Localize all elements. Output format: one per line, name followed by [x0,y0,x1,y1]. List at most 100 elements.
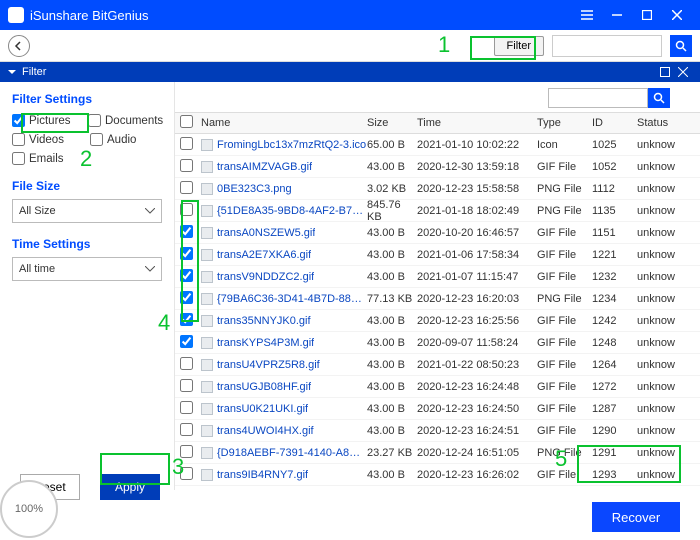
row-checkbox[interactable] [180,379,193,392]
filter-pictures[interactable]: Pictures [12,114,82,127]
row-checkbox[interactable] [180,423,193,436]
table-row[interactable]: {51DE8A35-9BD8-4AF2-B793-231F21804...845… [175,200,700,222]
table-row[interactable]: transA0NSZEW5.gif43.00 B2020-10-20 16:46… [175,222,700,244]
col-id[interactable]: ID [592,117,637,129]
row-checkbox[interactable] [180,269,193,282]
table-row[interactable]: transU4VPRZ5R8.gif43.00 B2021-01-22 08:5… [175,354,700,376]
row-checkbox[interactable] [180,159,193,172]
panel-close-icon[interactable] [678,67,692,77]
table-row[interactable]: trans35NNYJK0.gif43.00 B2020-12-23 16:25… [175,310,700,332]
table-row[interactable]: {79BA6C36-3D41-4B7D-884A-242A39B2...77.1… [175,288,700,310]
file-id: 1293 [592,469,637,481]
file-name: transAIMZVAGB.gif [217,161,312,173]
row-checkbox[interactable] [180,225,193,238]
minimize-button[interactable] [602,0,632,30]
row-checkbox[interactable] [180,181,193,194]
row-checkbox[interactable] [180,291,193,304]
table-row[interactable]: 0BE323C3.png3.02 KB2020-12-23 15:58:58PN… [175,178,700,200]
file-time: 2021-01-06 17:58:34 [417,249,537,261]
filesize-select[interactable]: All Size [12,199,162,223]
file-icon [201,227,213,239]
chevron-down-icon [145,208,155,214]
menu-button[interactable] [572,0,602,30]
pictures-checkbox[interactable] [12,114,25,127]
search-input-top[interactable] [552,35,662,57]
filter-sidebar: Filter Settings Pictures Documents Video… [0,82,175,490]
file-time: 2021-01-07 11:15:47 [417,271,537,283]
col-size[interactable]: Size [367,117,417,129]
dropdown-icon[interactable] [8,68,16,76]
file-icon [201,293,213,305]
search-input-panel[interactable] [548,88,648,108]
file-id: 1291 [592,447,637,459]
file-status: unknow [637,205,687,217]
filter-panel-title: Filter [22,66,46,78]
filter-emails[interactable]: Emails [12,152,86,165]
col-type[interactable]: Type [537,117,592,129]
back-button[interactable] [8,35,30,57]
col-time[interactable]: Time [417,117,537,129]
panel-maximize-icon[interactable] [660,67,674,77]
select-all-checkbox[interactable] [180,115,193,128]
search-button-panel[interactable] [648,88,670,108]
file-type: GIF File [537,315,592,327]
file-type: GIF File [537,425,592,437]
time-select[interactable]: All time [12,257,162,281]
filter-documents[interactable]: Documents [88,114,162,127]
table-row[interactable]: transA2E7XKA6.gif43.00 B2021-01-06 17:58… [175,244,700,266]
row-checkbox[interactable] [180,313,193,326]
file-id: 1248 [592,337,637,349]
file-id: 1242 [592,315,637,327]
filter-button[interactable]: Filter [494,36,544,56]
row-checkbox[interactable] [180,203,193,216]
audio-checkbox[interactable] [90,133,103,146]
maximize-button[interactable] [632,0,662,30]
app-logo-icon [8,7,24,23]
search-button-top[interactable] [670,35,692,57]
row-checkbox[interactable] [180,247,193,260]
file-type: GIF File [537,271,592,283]
row-checkbox[interactable] [180,357,193,370]
table-row[interactable]: FromingLbc13x7mzRtQ2-3.ico65.00 B2021-01… [175,134,700,156]
col-status[interactable]: Status [637,117,687,129]
table-row[interactable]: transUGJB08HF.gif43.00 B2020-12-23 16:24… [175,376,700,398]
filter-videos[interactable]: Videos [12,133,84,146]
progress-ring: 100% [0,480,58,538]
row-checkbox[interactable] [180,137,193,150]
apply-button[interactable]: Apply [100,474,160,500]
file-list-panel: Name Size Time Type ID Status FromingLbc… [175,82,700,490]
file-size: 3.02 KB [367,183,417,195]
table-row[interactable]: transU0K21UKI.gif43.00 B2020-12-23 16:24… [175,398,700,420]
file-type: PNG File [537,205,592,217]
table-row[interactable]: {D918AEBF-7391-4140-A8EC-02654252A...23.… [175,442,700,464]
row-checkbox[interactable] [180,335,193,348]
table-row[interactable]: transKYPS4P3M.gif43.00 B2020-09-07 11:58… [175,332,700,354]
recover-button[interactable]: Recover [592,502,680,532]
close-button[interactable] [662,0,692,30]
file-name: {51DE8A35-9BD8-4AF2-B793-231F21804... [217,205,367,217]
col-name[interactable]: Name [197,117,367,129]
table-row[interactable]: transV9NDDZC2.gif43.00 B2021-01-07 11:15… [175,266,700,288]
file-status: unknow [637,337,687,349]
file-id: 1287 [592,403,637,415]
file-time: 2020-12-23 16:24:51 [417,425,537,437]
file-icon [201,161,213,173]
file-time: 2021-01-10 10:02:22 [417,139,537,151]
file-size: 43.00 B [367,425,417,437]
file-icon [201,359,213,371]
table-row[interactable]: transAIMZVAGB.gif43.00 B2020-12-30 13:59… [175,156,700,178]
file-icon [201,183,213,195]
table-row[interactable]: trans4UWOI4HX.gif43.00 B2020-12-23 16:24… [175,420,700,442]
file-name: transUGJB08HF.gif [217,381,311,393]
file-size: 43.00 B [367,359,417,371]
row-checkbox[interactable] [180,445,193,458]
documents-checkbox[interactable] [88,114,101,127]
emails-checkbox[interactable] [12,152,25,165]
file-id: 1272 [592,381,637,393]
table-row[interactable]: trans9IB4RNY7.gif43.00 B2020-12-23 16:26… [175,464,700,486]
filter-audio[interactable]: Audio [90,133,162,146]
row-checkbox[interactable] [180,401,193,414]
row-checkbox[interactable] [180,467,193,480]
file-icon [201,139,213,151]
videos-checkbox[interactable] [12,133,25,146]
